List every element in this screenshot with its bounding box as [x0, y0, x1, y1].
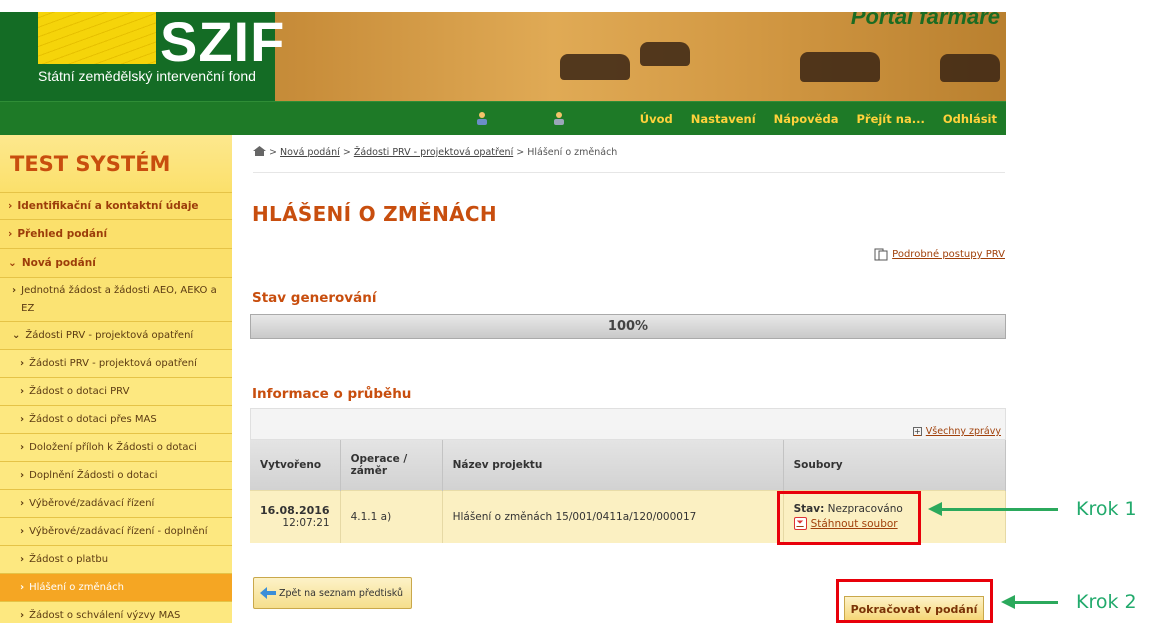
sidebar-item-identifikacni-udaje[interactable]: › Identifikační a kontaktní údaje: [0, 192, 232, 219]
created-time: 12:07:21: [282, 517, 330, 530]
top-navbar: Úvod Nastavení Nápověda Přejít na... Odh…: [0, 101, 1006, 135]
column-header-soubory[interactable]: Soubory: [783, 440, 1007, 490]
sidebar-item-prehled-podani[interactable]: › Přehled podání: [0, 219, 232, 248]
arrow-line-step2: [1013, 601, 1058, 604]
divider: [253, 172, 1005, 173]
portal-title: Portál farmáře: [850, 12, 1000, 29]
nav-odhlasit[interactable]: Odhlásit: [934, 112, 1006, 126]
logo-subtitle: Státní zemědělský intervenční fond: [38, 68, 256, 84]
sidebar-item-zadost-o-platbu[interactable]: › Žádost o platbu: [0, 545, 232, 573]
back-to-list-button[interactable]: Zpět na seznam předtisků: [253, 577, 412, 609]
column-header-vytvoreno[interactable]: Vytvořeno: [250, 440, 341, 490]
expand-icon: +: [912, 427, 922, 436]
breadcrumb: > Nová podání > Žádosti PRV - projektová…: [253, 146, 617, 158]
chevron-right-icon: ›: [20, 498, 25, 509]
chevron-down-icon: ⌄: [12, 330, 21, 341]
column-header-nazev[interactable]: Název projektu: [442, 440, 784, 490]
cow-image: [940, 54, 1000, 82]
all-messages-link[interactable]: + Všechny zprávy: [912, 426, 1001, 437]
user-settings-icon[interactable]: [552, 111, 566, 125]
cell-operace: 4.1.1 a): [340, 489, 443, 543]
chevron-right-icon: ›: [20, 414, 25, 425]
chevron-right-icon: ›: [20, 470, 25, 481]
chevron-right-icon: ›: [20, 582, 25, 593]
chevron-right-icon: ›: [20, 358, 25, 369]
chevron-right-icon: ›: [20, 610, 25, 621]
chevron-down-icon: ⌄: [8, 257, 17, 269]
postupy-link[interactable]: Podrobné postupy PRV: [874, 248, 1005, 261]
sidebar-item-zadost-o-dotaci-prv[interactable]: › Žádost o dotaci PRV: [0, 377, 232, 405]
info-toolbar: + Všechny zprávy: [250, 408, 1006, 440]
highlight-box-step2: [836, 579, 993, 623]
sidebar-item-zadosti-prv[interactable]: ⌄ Žádosti PRV - projektová opatření: [0, 321, 232, 349]
sidebar-item-hlaseni-o-zmenach[interactable]: › Hlášení o změnách: [0, 573, 232, 601]
nav-uvod[interactable]: Úvod: [631, 112, 682, 126]
arrow-line-step1: [940, 508, 1058, 511]
chevron-right-icon: ›: [8, 228, 13, 240]
sidebar-item-vyberove-rizeni[interactable]: › Výběrové/zadávací řízení: [0, 489, 232, 517]
page-title: HLÁŠENÍ O ZMĚNÁCH: [252, 202, 497, 226]
logo-text: SZIF: [160, 12, 286, 73]
progress-bar: 100%: [250, 314, 1006, 339]
chevron-right-icon: ›: [20, 442, 25, 453]
progress-text: 100%: [607, 319, 649, 334]
cow-image: [640, 42, 690, 66]
system-title: TEST SYSTÉM: [0, 135, 232, 192]
header-banner: SZIF Státní zemědělský intervenční fond …: [0, 12, 1006, 101]
sidebar-item-dolozeni-priloh[interactable]: › Doložení příloh k Žádosti o dotaci: [0, 433, 232, 461]
chevron-right-icon: ›: [20, 554, 25, 565]
sidebar-item-nova-podani[interactable]: ⌄ Nová podání: [0, 248, 232, 277]
step2-label: Krok 2: [1076, 591, 1137, 613]
chevron-right-icon: ›: [12, 285, 17, 296]
nav-nastaveni[interactable]: Nastavení: [682, 112, 765, 126]
chevron-right-icon: ›: [20, 526, 25, 537]
nav-napoveda[interactable]: Nápověda: [765, 112, 848, 126]
breadcrumb-current: Hlášení o změnách: [527, 147, 618, 158]
created-date: 16.08.2016: [260, 504, 330, 518]
chevron-right-icon: ›: [8, 200, 13, 212]
home-icon[interactable]: [253, 146, 266, 156]
document-icon: [874, 248, 888, 261]
column-header-operace[interactable]: Operace / záměr: [340, 440, 443, 490]
sidebar-item-schvaleni-vyzvy-mas[interactable]: › Žádost o schválení výzvy MAS: [0, 601, 232, 623]
nav-prejit-na[interactable]: Přejít na...: [847, 112, 933, 126]
sidebar-item-doplneni-zadosti[interactable]: › Doplnění Žádosti o dotaci: [0, 461, 232, 489]
cell-nazev: Hlášení o změnách 15/001/0411a/120/00001…: [442, 489, 784, 543]
sidebar: TEST SYSTÉM › Identifikační a kontaktní ú…: [0, 135, 232, 623]
sidebar-item-zadosti-prv-sub[interactable]: › Žádosti PRV - projektová opatření: [0, 349, 232, 377]
breadcrumb-nova-podani[interactable]: Nová podání: [280, 147, 340, 158]
cow-image: [800, 52, 880, 82]
user-icon[interactable]: [475, 111, 489, 125]
szif-logo[interactable]: SZIF Státní zemědělský intervenční fond: [0, 12, 284, 101]
arrow-left-icon: [260, 587, 276, 599]
sidebar-item-vyberove-rizeni-doplneni[interactable]: › Výběrové/zadávací řízení - doplnění: [0, 517, 232, 545]
logo-stripes-icon: [38, 12, 156, 64]
step1-label: Krok 1: [1076, 498, 1137, 520]
highlight-box-step1: [777, 491, 921, 545]
sidebar-item-jednotna-zadost[interactable]: › Jednotná žádost a žádosti AEO, AEKO a E…: [0, 277, 232, 321]
cow-image: [560, 54, 630, 80]
page: SZIF Státní zemědělský intervenční fond …: [0, 0, 1154, 623]
cell-vytvoreno: 16.08.2016 12:07:21: [250, 489, 341, 543]
informace-heading: Informace o průběhu: [252, 386, 412, 402]
stav-generovani-heading: Stav generování: [252, 290, 377, 306]
sidebar-item-zadost-pres-mas[interactable]: › Žádost o dotaci přes MAS: [0, 405, 232, 433]
breadcrumb-zadosti-prv[interactable]: Žádosti PRV - projektová opatření: [354, 147, 513, 158]
chevron-right-icon: ›: [20, 386, 25, 397]
